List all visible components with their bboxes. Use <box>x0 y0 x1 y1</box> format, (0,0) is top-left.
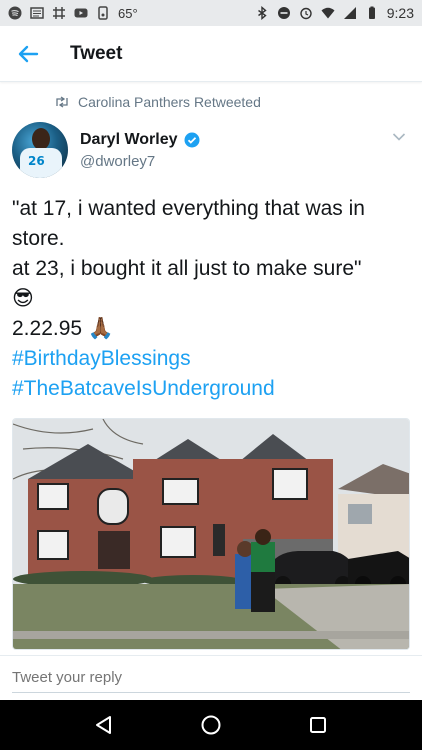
square-recents-icon <box>310 717 327 733</box>
slack-icon <box>53 7 65 19</box>
tweet-line: "at 17, i wanted everything that was in <box>12 197 365 220</box>
nav-home-button[interactable] <box>187 701 235 749</box>
nav-recents-button[interactable] <box>294 701 342 749</box>
author-handle[interactable]: @dworley7 <box>80 153 200 170</box>
temperature: 65° <box>118 5 138 21</box>
retweet-label: Carolina Panthers Retweeted <box>78 94 261 110</box>
back-button[interactable] <box>0 26 56 82</box>
sunglasses-emoji: 😎 <box>12 287 34 310</box>
bank-icon <box>98 6 108 20</box>
tweet-body: "at 17, i wanted everything that was in … <box>12 194 414 404</box>
system-navigation-bar <box>0 700 422 750</box>
retweet-icon <box>56 96 68 108</box>
notes-icon <box>30 7 44 19</box>
retweet-context[interactable]: Carolina Panthers Retweeted <box>54 94 261 110</box>
spotify-icon <box>8 6 22 20</box>
back-arrow-icon <box>18 45 39 62</box>
alarm-icon <box>300 7 312 20</box>
house-photo-illustration <box>13 419 409 649</box>
signal-icon <box>343 7 356 19</box>
clock: 9:23 <box>386 5 414 21</box>
hashtag-link[interactable]: #TheBatcaveIsUnderground <box>12 374 414 404</box>
reply-underline <box>12 692 410 693</box>
reply-input[interactable] <box>12 669 392 686</box>
tweet-line: at 23, i bought it all just to make sure… <box>12 257 362 280</box>
reply-composer <box>0 655 422 699</box>
chevron-down-icon[interactable] <box>392 132 406 142</box>
status-bar: 65° 9:23 <box>0 0 422 26</box>
bluetooth-icon <box>257 6 267 20</box>
circle-home-icon <box>201 715 221 735</box>
battery-icon <box>368 6 375 19</box>
author-name[interactable]: Daryl Worley <box>80 131 178 149</box>
triangle-back-icon <box>95 716 111 734</box>
tweet-line: 2.22.95 🙏🏾 <box>12 317 115 340</box>
verified-badge-icon <box>184 132 200 147</box>
do-not-disturb-icon <box>277 7 290 19</box>
tweet-photo[interactable] <box>12 418 410 650</box>
wifi-icon <box>321 7 335 19</box>
avatar[interactable]: 26 <box>12 122 68 178</box>
hashtag-link[interactable]: #BirthdayBlessings <box>12 344 414 374</box>
tweet-line: store. <box>12 227 65 250</box>
tweet-author: 26 Daryl Worley @dworley7 <box>12 120 412 180</box>
avatar-jersey-number: 26 <box>28 154 45 168</box>
app-bar: Tweet <box>0 26 422 82</box>
youtube-icon <box>74 8 88 18</box>
nav-back-button[interactable] <box>80 701 128 749</box>
page-title: Tweet <box>70 42 123 64</box>
